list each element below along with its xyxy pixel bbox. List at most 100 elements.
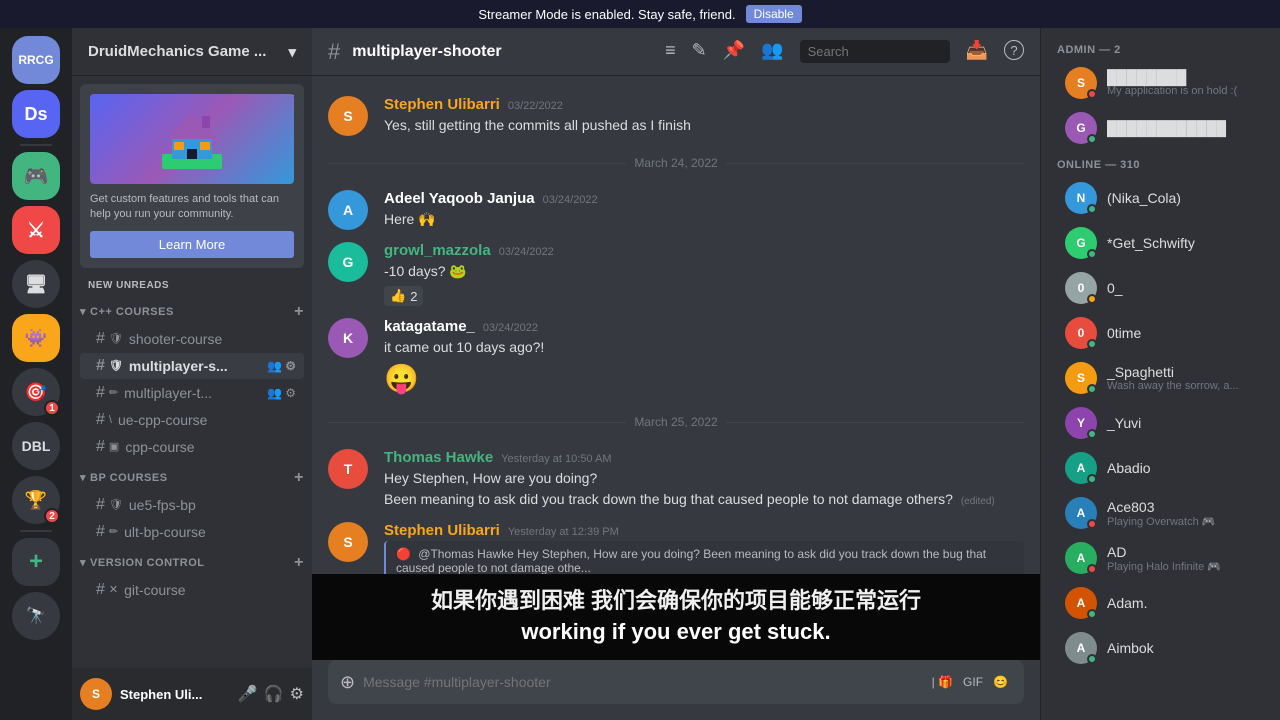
message-timestamp: 03/24/2022 (543, 194, 598, 206)
avatar: 0 (1065, 317, 1097, 349)
member-item[interactable]: S _Spaghetti Wash away the sorrow, a... (1049, 356, 1272, 400)
channel-hash-icon: # (96, 357, 105, 375)
member-item[interactable]: 0 0_ (1049, 266, 1272, 310)
edit-icon[interactable]: ✎ (692, 40, 707, 63)
message-text: Hey Stephen, How are you doing? Been mea… (384, 468, 1024, 510)
online-section-header: ONLINE — 310 (1041, 151, 1280, 175)
category-version-control[interactable]: ▾ VERSION CONTROL + (72, 546, 312, 576)
member-item[interactable]: G *Get_Schwifty (1049, 221, 1272, 265)
avatar: S (1065, 362, 1097, 394)
discover-servers-button[interactable]: 🔭 (12, 592, 60, 640)
reply-preview: 🔴 @Thomas Hawke Hey Stephen, How are you… (384, 541, 1024, 574)
server-icon-ds[interactable]: Ds (12, 90, 60, 138)
status-dot (1087, 474, 1097, 484)
subtitle-overlay: 如果你遇到困难 我们会确保你的项目能够正常运行 working if you e… (312, 574, 1040, 660)
user-bar: S Stephen Uli... 🎤 🎧 ⚙ (72, 668, 312, 720)
channel-ue5-fps-bp[interactable]: # 🛡 ue5-fps-bp (80, 492, 304, 518)
inbox-icon[interactable]: 📥 (966, 40, 988, 63)
avatar: A (1065, 452, 1097, 484)
add-channel-vc-button[interactable]: + (294, 554, 304, 572)
disable-streamer-mode-button[interactable]: Disable (746, 5, 802, 23)
deafen-button[interactable]: 🎧 (264, 684, 284, 704)
category-cpp-courses[interactable]: ▾ C++ COURSES + (72, 295, 312, 325)
learn-more-button[interactable]: Learn More (90, 231, 294, 258)
server-icon-6[interactable]: DBL (12, 422, 60, 470)
user-name: Stephen Uli... (120, 687, 230, 702)
messages-area: S Stephen Ulibarri 03/22/2022 Yes, still… (312, 76, 1040, 574)
member-item[interactable]: A Adam. (1049, 581, 1272, 625)
search-input[interactable] (800, 40, 950, 63)
server-header[interactable]: DruidMechanics Game ... ▾ (72, 28, 312, 76)
avatar: G (1065, 227, 1097, 259)
user-avatar: S (80, 678, 112, 710)
member-item[interactable]: A Aimbok (1049, 626, 1272, 670)
message-input-box: ⊕ | 🎁 GIF 😊 (328, 660, 1024, 704)
server-icon-7[interactable]: 🏆 2 (12, 476, 60, 524)
message-text: -10 days? 🐸 (384, 261, 1024, 282)
member-item[interactable]: S ████████ My application is on hold :( (1049, 61, 1272, 105)
members-icon[interactable]: 👥 (761, 40, 783, 63)
channel-cpp-course[interactable]: # ▣ cpp-course (80, 434, 304, 460)
message-author: growl_mazzola (384, 242, 491, 259)
message-text: Yes, still getting the commits all pushe… (384, 115, 1024, 136)
message-timestamp: 03/24/2022 (483, 322, 538, 334)
message-author: Stephen Ulibarri (384, 522, 500, 539)
pin-icon[interactable]: 📌 (723, 40, 745, 63)
server-icon-5[interactable]: 🎯 1 (12, 368, 60, 416)
threads-icon[interactable]: ≡ (665, 40, 676, 63)
channel-git-course[interactable]: # ✕ git-course (80, 577, 304, 603)
message-author: Stephen Ulibarri (384, 96, 500, 113)
subtitle-chinese: 如果你遇到困难 我们会确保你的项目能够正常运行 (332, 586, 1020, 617)
server-icon-3[interactable]: 🖥 (12, 260, 60, 308)
add-server-button[interactable]: + (12, 538, 60, 586)
message-timestamp: 03/22/2022 (508, 100, 563, 112)
status-dot (1087, 134, 1097, 144)
server-icon-bar: RRCG Ds 🎮 ⚔ 🖥 👾 🎯 1 DBL 🏆 2 + (0, 28, 72, 720)
message-group: T Thomas Hawke Yesterday at 10:50 AM Hey… (328, 445, 1024, 514)
message-group: K katagatame_ 03/24/2022 it came out 10 … (328, 314, 1024, 399)
avatar: S (328, 96, 368, 136)
member-item[interactable]: N (Nika_Cola) (1049, 176, 1272, 220)
member-item[interactable]: 0 0time (1049, 311, 1272, 355)
reaction-button[interactable]: 👍 2 (384, 286, 423, 306)
category-bp-courses[interactable]: ▾ BP COURSES + (72, 461, 312, 491)
promo-banner: ✕ Get cust (80, 84, 304, 268)
avatar: A (328, 190, 368, 230)
member-item[interactable]: A Ace803 Playing Overwatch 🎮 (1049, 491, 1272, 535)
server-icon-4[interactable]: 👾 (12, 314, 60, 362)
channel-hash-icon: # (96, 330, 105, 348)
member-item[interactable]: G ████████████ (1049, 106, 1272, 150)
message-input[interactable] (363, 674, 920, 690)
streamer-mode-bar: Streamer Mode is enabled. Stay safe, fri… (0, 0, 1280, 28)
add-channel-cpp-button[interactable]: + (294, 303, 304, 321)
add-attachment-button[interactable]: ⊕ (340, 672, 355, 693)
server-name: DruidMechanics Game ... (88, 43, 266, 60)
help-icon[interactable]: ? (1004, 40, 1024, 60)
message-group: S Stephen Ulibarri 03/22/2022 Yes, still… (328, 92, 1024, 140)
status-dot (1087, 564, 1097, 574)
member-item[interactable]: A AD Playing Halo Infinite 🎮 (1049, 536, 1272, 580)
channel-multiplayer-tutorial[interactable]: # ✏ multiplayer-t... 👥 ⚙ (80, 380, 304, 406)
avatar: S (1065, 67, 1097, 99)
message-group: S Stephen Ulibarri Yesterday at 12:39 PM… (328, 518, 1024, 574)
user-info: Stephen Uli... (120, 687, 230, 702)
channel-ue-cpp-course[interactable]: # \ ue-cpp-course (80, 407, 304, 433)
member-item[interactable]: Y _Yuvi (1049, 401, 1272, 445)
server-icon-2[interactable]: ⚔ (12, 206, 60, 254)
member-item[interactable]: A Abadio (1049, 446, 1272, 490)
date-divider: March 24, 2022 (328, 156, 1024, 170)
channel-multiplayer-shooter[interactable]: # 🛡 multiplayer-s... 👥 ⚙ (80, 353, 304, 379)
avatar: Y (1065, 407, 1097, 439)
status-dot (1087, 294, 1097, 304)
mute-mic-button[interactable]: 🎤 (238, 684, 258, 704)
add-channel-bp-button[interactable]: + (294, 469, 304, 487)
channel-header: # multiplayer-shooter ≡ ✎ 📌 👥 📥 ? (312, 28, 1040, 76)
server-icon-rrcg[interactable]: RRCG (12, 36, 60, 84)
status-dot (1087, 204, 1097, 214)
status-dot (1087, 654, 1097, 664)
avatar: A (1065, 542, 1097, 574)
user-settings-button[interactable]: ⚙ (290, 684, 304, 704)
channel-shooter-course[interactable]: # 🛡 shooter-course (80, 326, 304, 352)
channel-ult-bp-course[interactable]: # ✏ ult-bp-course (80, 519, 304, 545)
server-icon-1[interactable]: 🎮 (12, 152, 60, 200)
